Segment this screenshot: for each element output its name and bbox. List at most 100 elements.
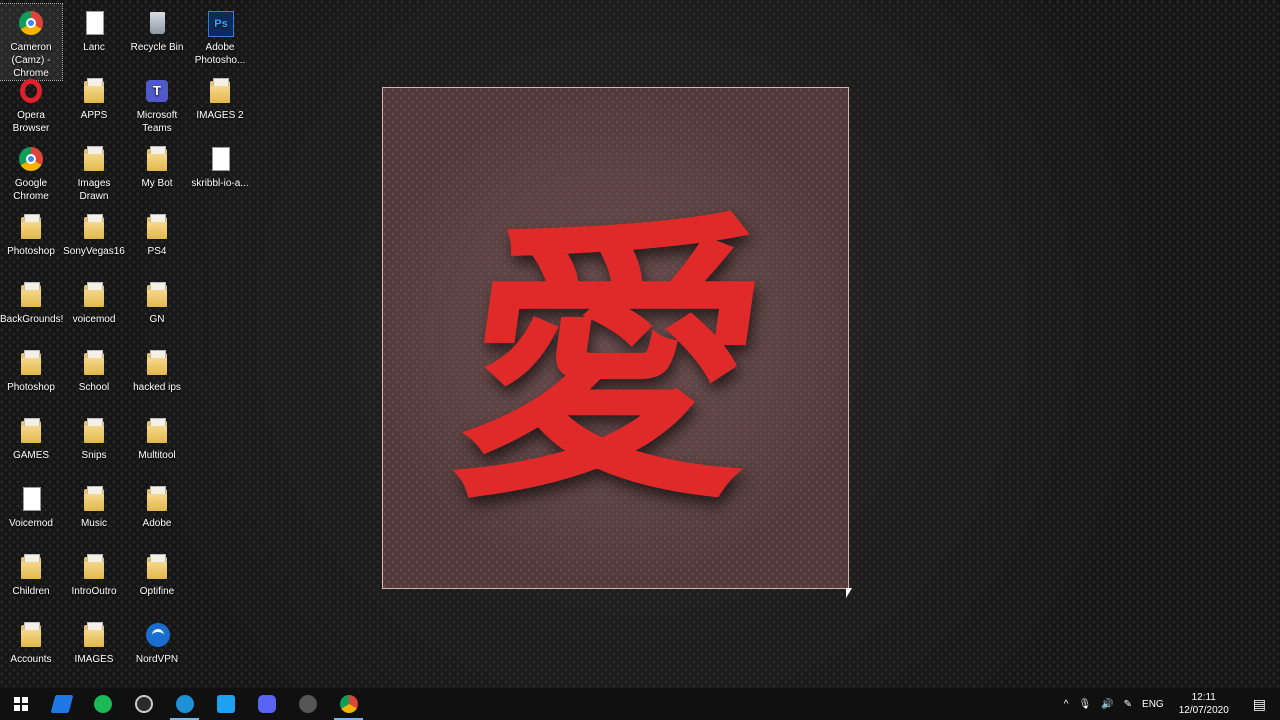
document-icon — [205, 144, 235, 174]
desktop-icon-label: skribbl-io-a... — [191, 178, 249, 189]
taskbar-app-1[interactable] — [41, 688, 82, 720]
desktop-icon-label: NordVPN — [135, 654, 179, 665]
desktop-icon[interactable]: Multitool — [126, 412, 188, 462]
desktop-icon[interactable]: voicemod — [63, 276, 125, 326]
volume-icon[interactable]: 🔊 — [1096, 688, 1118, 720]
gray-circle-icon — [298, 695, 317, 713]
desktop-icon-label: School — [78, 382, 110, 393]
folder-icon — [142, 348, 172, 378]
desktop-icon[interactable]: T Microsoft Teams — [126, 72, 188, 135]
desktop-icon[interactable]: GAMES — [0, 412, 62, 462]
folder-icon — [79, 280, 109, 310]
folder-icon — [16, 212, 46, 242]
microphone-icon[interactable]: 🎙 — [1073, 688, 1096, 720]
desktop-icon[interactable]: Music — [63, 480, 125, 530]
desktop-icon[interactable]: Optifine — [126, 548, 188, 598]
show-hidden-icons-chevron-icon[interactable]: ^ — [1059, 688, 1074, 720]
desktop-icon-label: Optifine — [139, 586, 175, 597]
desktop-icon[interactable]: skribbl-io-a... — [189, 140, 251, 190]
folder-icon — [79, 348, 109, 378]
desktop-icon[interactable]: Snips — [63, 412, 125, 462]
taskbar-app-gray[interactable] — [287, 688, 328, 720]
folder-icon — [142, 280, 172, 310]
start-button[interactable] — [0, 688, 41, 720]
desktop-icon[interactable]: School — [63, 344, 125, 394]
desktop: Cameron (Camz) - Chrome Lanc Recycle Bin Ps… — [0, 0, 1280, 688]
desktop-icon[interactable]: Photoshop — [0, 344, 62, 394]
folder-icon — [142, 144, 172, 174]
desktop-icon[interactable]: Recycle Bin — [126, 4, 188, 54]
obs-icon — [134, 695, 153, 713]
wallpaper-image: 愛 — [382, 87, 849, 589]
voicemod-icon — [16, 484, 46, 514]
folder-icon — [79, 484, 109, 514]
desktop-icon-label: Photoshop — [7, 382, 55, 393]
taskbar-spotify[interactable] — [82, 688, 123, 720]
taskbar-app-blue[interactable] — [164, 688, 205, 720]
desktop-icon-label: IMAGES 2 — [196, 110, 244, 121]
desktop-icon[interactable]: PS4 — [126, 208, 188, 258]
desktop-icon[interactable]: Images Drawn — [63, 140, 125, 203]
desktop-icon-label: Opera Browser — [12, 110, 50, 134]
desktop-icon[interactable]: Lanc — [63, 4, 125, 54]
folder-icon — [142, 552, 172, 582]
desktop-icon[interactable]: Accounts — [0, 616, 62, 666]
desktop-icon-label: Voicemod — [9, 518, 53, 529]
recycle-bin-icon — [142, 8, 172, 38]
discord-icon — [257, 695, 276, 713]
desktop-icon[interactable]: Children — [0, 548, 62, 598]
desktop-icon[interactable]: APPS — [63, 72, 125, 122]
desktop-icon[interactable]: SonyVegas16 — [63, 208, 125, 258]
blue-circle-icon — [175, 695, 194, 713]
desktop-icon[interactable]: Opera Browser — [0, 72, 62, 135]
clock[interactable]: 12:11 12/07/2020 — [1169, 688, 1239, 720]
desktop-icon[interactable]: Ps Adobe Photosho... — [189, 4, 251, 67]
desktop-icon-label: Snips — [81, 450, 107, 461]
pen-icon[interactable]: ✎ — [1119, 688, 1137, 720]
desktop-icon-label: Microsoft Teams — [136, 110, 178, 134]
folder-icon — [205, 76, 235, 106]
notifications-icon[interactable]: ▤ — [1239, 688, 1280, 720]
desktop-icon[interactable]: IMAGES — [63, 616, 125, 666]
desktop-icon[interactable]: BackGrounds! — [0, 276, 64, 326]
desktop-icon-label: Children — [12, 586, 50, 597]
taskbar-twitter[interactable] — [205, 688, 246, 720]
taskbar-discord[interactable] — [246, 688, 287, 720]
desktop-icon-label: BackGrounds! — [0, 314, 64, 325]
folder-icon — [79, 620, 109, 650]
folder-icon — [79, 416, 109, 446]
desktop-icon[interactable]: IMAGES 2 — [189, 72, 251, 122]
wallpaper-kanji: 愛 — [437, 186, 787, 539]
chrome-icon — [16, 144, 46, 174]
document-icon — [79, 8, 109, 38]
language-indicator[interactable]: ENG — [1137, 688, 1169, 720]
desktop-icon[interactable]: My Bot — [126, 140, 188, 190]
desktop-icon-label: IntroOutro — [71, 586, 117, 597]
folder-icon — [79, 76, 109, 106]
spotify-icon — [93, 695, 112, 713]
chrome-icon — [16, 8, 46, 38]
desktop-icon[interactable]: Google Chrome — [0, 140, 62, 203]
windows-logo-icon — [13, 697, 28, 711]
system-tray: ^ 🎙 🔊 ✎ ENG 12:11 12/07/2020 ▤ — [1059, 688, 1280, 720]
folder-icon — [79, 144, 109, 174]
chrome-icon — [339, 695, 358, 713]
nordvpn-icon — [142, 620, 172, 650]
desktop-icon[interactable]: Voicemod — [0, 480, 62, 530]
desktop-icon[interactable]: Adobe — [126, 480, 188, 530]
desktop-icon[interactable]: hacked ips — [126, 344, 188, 394]
twitter-icon — [216, 695, 235, 713]
desktop-icon-label: Images Drawn — [77, 178, 111, 202]
taskbar-obs[interactable] — [123, 688, 164, 720]
desktop-icon[interactable]: IntroOutro — [63, 548, 125, 598]
desktop-icon-label: Music — [80, 518, 108, 529]
desktop-icon[interactable]: Cameron (Camz) - Chrome — [0, 3, 63, 81]
desktop-icon-label: My Bot — [141, 178, 173, 189]
folder-icon — [79, 552, 109, 582]
desktop-icon[interactable]: GN — [126, 276, 188, 326]
desktop-icon[interactable]: NordVPN — [126, 616, 188, 666]
desktop-icon-label: SonyVegas16 — [63, 246, 125, 257]
taskbar-chrome[interactable] — [328, 688, 369, 720]
desktop-icon[interactable]: Photoshop — [0, 208, 62, 258]
folder-icon — [79, 212, 109, 242]
